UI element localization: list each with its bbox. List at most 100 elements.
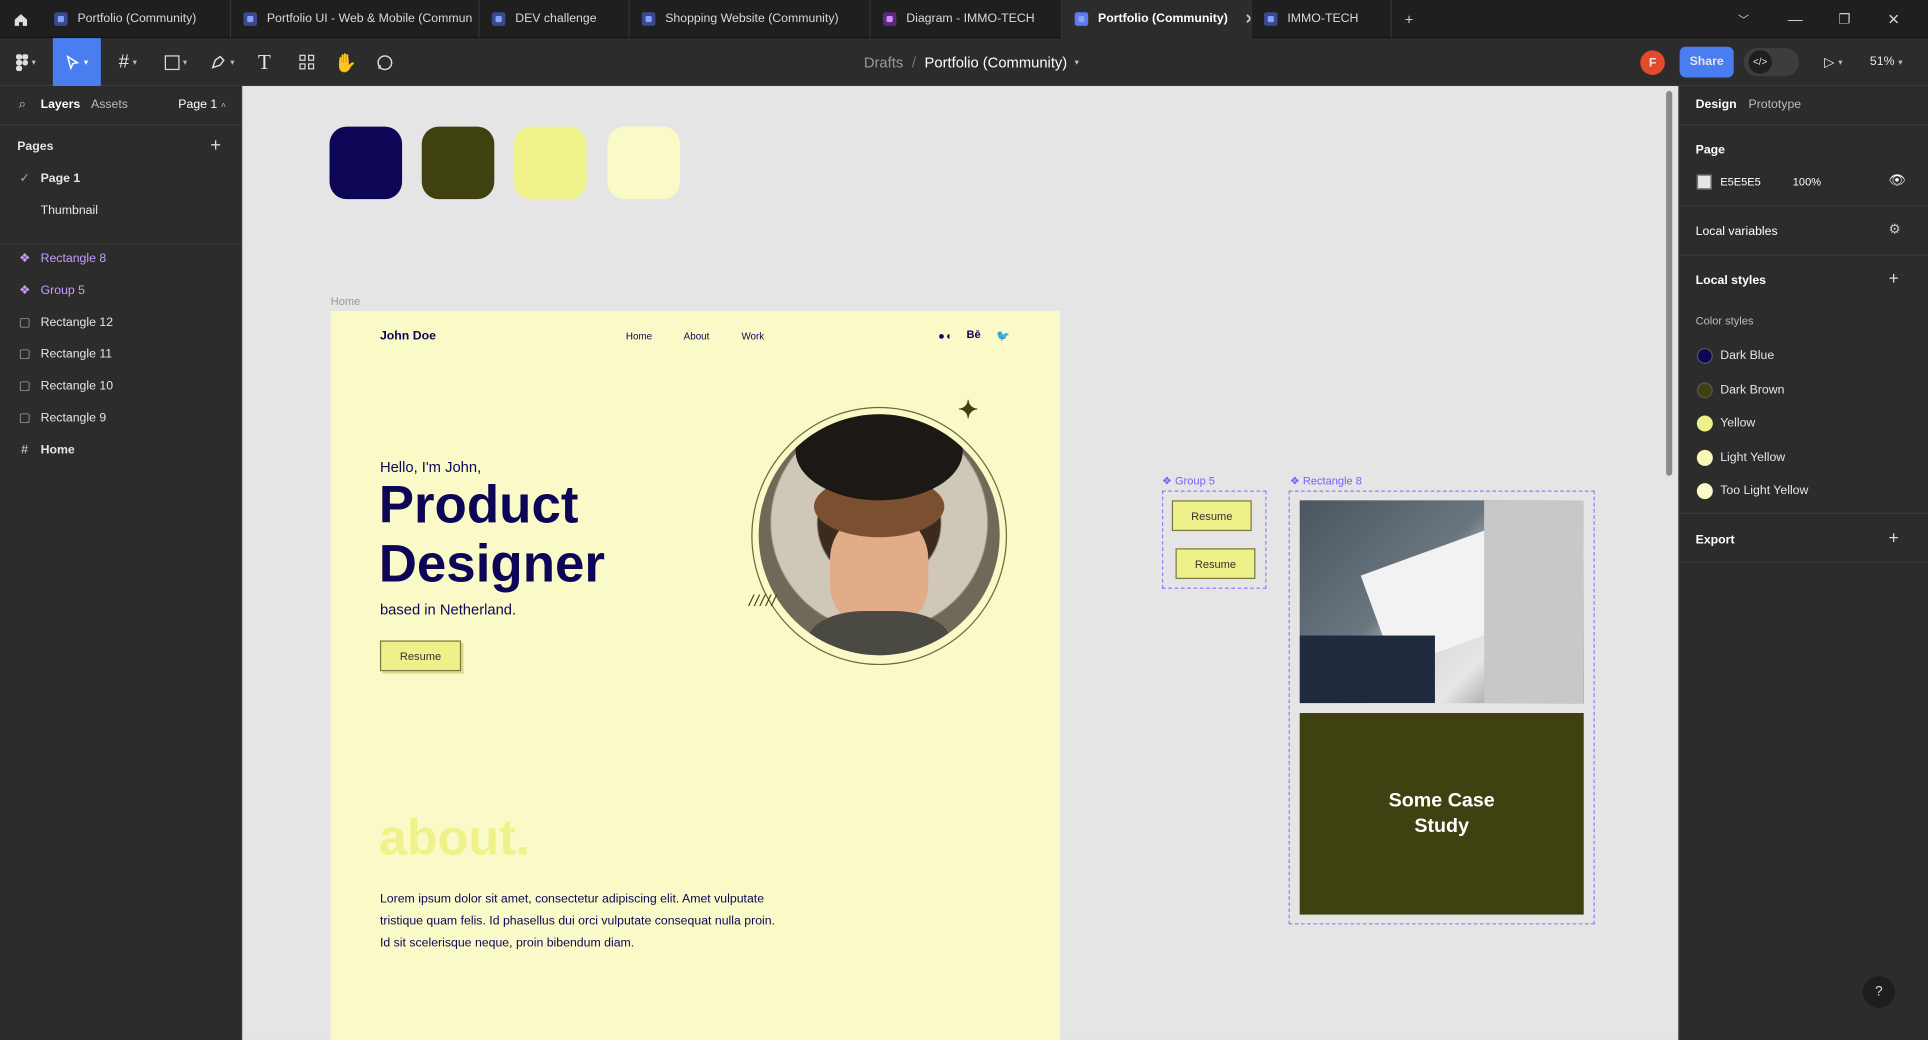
layer-rectangle-11[interactable]: ▢ Rectangle 11 (0, 338, 241, 370)
sparkle-icon: ✦ (957, 397, 979, 425)
page-color-swatch[interactable] (1696, 174, 1712, 190)
minimize-icon[interactable]: — (1771, 0, 1820, 38)
tab-design[interactable]: Design (1696, 98, 1737, 112)
layer-rectangle-8[interactable]: ❖ Rectangle 8 (0, 242, 241, 274)
rectangle-icon: ▢ (18, 379, 31, 393)
page-item-page-1[interactable]: ✓ Page 1 (0, 162, 241, 194)
canvas[interactable]: Home John Doe Home About Work ●◖ Bē 🐦 He… (242, 86, 1679, 1040)
page-opacity[interactable]: 100% (1793, 176, 1821, 188)
tab-assets[interactable]: Assets (91, 98, 128, 112)
text-tool-icon[interactable]: T (251, 38, 278, 86)
layer-rectangle-9[interactable]: ▢ Rectangle 9 (0, 402, 241, 434)
breadcrumb-drafts[interactable]: Drafts (864, 53, 903, 70)
component-icon: ❖ (1161, 474, 1175, 487)
behance-icon[interactable]: Bē (966, 328, 980, 340)
left-panel-header: ⌕ Layers Assets Page 1 ˄ (0, 86, 242, 126)
color-style-yellow[interactable]: Yellow (1680, 409, 1928, 439)
color-swatch-light-yellow[interactable] (607, 126, 680, 200)
variables-icon[interactable]: ⚙ (1889, 221, 1901, 238)
nav-work[interactable]: Work (741, 331, 764, 342)
move-tool-button[interactable]: ▾ (52, 38, 101, 87)
color-style-dark-blue[interactable]: Dark Blue (1680, 342, 1928, 372)
color-swatch-dark-blue[interactable] (329, 126, 403, 200)
rectangle-8-label[interactable]: ❖ Rectangle 8 (1290, 475, 1362, 489)
search-icon[interactable]: ⌕ (18, 97, 26, 113)
hand-tool-icon[interactable]: ✋ (332, 38, 359, 86)
help-button[interactable]: ? (1862, 976, 1895, 1009)
tab-portfolio-community-active[interactable]: Portfolio (Community)✕ (1062, 0, 1252, 39)
canvas-scrollbar[interactable] (1666, 90, 1673, 476)
main-menu-button[interactable]: ▾ (7, 38, 44, 86)
color-style-light-yellow[interactable]: Light Yellow (1680, 444, 1928, 474)
hello-text: Hello, I'm John, (379, 458, 482, 476)
browser-tab-bar: Portfolio (Community) Portfolio UI - Web… (0, 0, 1928, 39)
color-style-too-light-yellow[interactable]: Too Light Yellow (1680, 477, 1928, 507)
color-swatch-dark-brown[interactable] (421, 126, 495, 200)
resources-icon[interactable] (293, 38, 320, 86)
nav-about[interactable]: About (684, 331, 710, 342)
title-designer: Designer (378, 534, 605, 594)
home-icon[interactable] (7, 0, 34, 38)
local-variables-label[interactable]: Local variables (1696, 225, 1778, 239)
file-name[interactable]: Portfolio (Community) (925, 53, 1068, 70)
group-5-resume-button-2[interactable]: Resume (1175, 548, 1256, 580)
present-button[interactable]: ▷ ▾ (1815, 38, 1852, 86)
case-study-card[interactable]: Some Case Study (1299, 712, 1584, 915)
tab-dev-challenge[interactable]: DEV challenge (480, 0, 630, 39)
figma-file-icon (243, 12, 257, 26)
color-style-dark-brown[interactable]: Dark Brown (1680, 376, 1928, 406)
medium-icon[interactable]: ●◖ (938, 329, 951, 341)
close-window-icon[interactable]: ✕ (1869, 0, 1918, 38)
tab-diagram-immo-tech[interactable]: Diagram - IMMO-TECH (871, 0, 1063, 39)
tab-portfolio-ui[interactable]: Portfolio UI - Web & Mobile (Commun (231, 0, 480, 39)
tab-shopping-website[interactable]: Shopping Website (Community) (630, 0, 871, 39)
eye-icon[interactable]: 👁 (1889, 172, 1906, 188)
person-sleeve (1299, 635, 1435, 704)
resume-button[interactable]: Resume (379, 640, 462, 672)
layer-home[interactable]: # Home (0, 434, 241, 466)
export-label: Export (1695, 533, 1735, 548)
pages-header: Pages + (17, 135, 222, 157)
add-style-icon[interactable]: + (1889, 268, 1899, 288)
group-5-resume-button-1[interactable]: Resume (1171, 500, 1252, 532)
site-logo[interactable]: John Doe (380, 329, 436, 343)
color-swatch-yellow[interactable] (513, 126, 587, 200)
color-styles-header: Color styles (1695, 314, 1754, 327)
layer-rectangle-10[interactable]: ▢ Rectangle 10 (0, 370, 241, 402)
color-style-swatch (1696, 415, 1713, 432)
home-frame[interactable]: John Doe Home About Work ●◖ Bē 🐦 Hello, … (330, 311, 1060, 1040)
nav-home[interactable]: Home (626, 331, 652, 342)
close-tab-icon[interactable]: ✕ (1245, 11, 1250, 27)
layer-rectangle-12[interactable]: ▢ Rectangle 12 (0, 306, 241, 338)
pen-tool-button[interactable]: ▾ (204, 38, 241, 86)
hat-shape (795, 414, 963, 501)
shape-tool-button[interactable]: ▾ (157, 38, 194, 86)
restore-icon[interactable]: ❐ (1820, 0, 1869, 38)
add-export-icon[interactable]: + (1889, 527, 1899, 547)
chevron-down-icon[interactable]: ▾ (1075, 57, 1079, 67)
comment-tool-icon[interactable] (371, 38, 398, 86)
local-variables-section: Local variables ⚙ (1679, 207, 1928, 256)
frame-tool-button[interactable]: # ▾ (111, 38, 145, 86)
new-tab-icon[interactable]: + (1385, 0, 1434, 38)
group-5-label[interactable]: ❖ Group 5 (1162, 475, 1215, 489)
page-item-thumbnail[interactable]: Thumbnail (0, 194, 241, 226)
layer-group-5[interactable]: ❖ Group 5 (0, 274, 241, 306)
tab-prototype[interactable]: Prototype (1748, 98, 1801, 112)
chevron-down-icon[interactable]: ﹀ (1719, 0, 1768, 38)
page-color-hex[interactable]: E5E5E5 (1720, 176, 1761, 188)
tab-immo-tech[interactable]: IMMO-TECH (1252, 0, 1392, 39)
frame-icon: # (118, 51, 129, 73)
share-button[interactable]: Share (1679, 46, 1734, 78)
tab-layers[interactable]: Layers (41, 98, 81, 112)
twitter-icon[interactable]: 🐦 (996, 329, 1010, 343)
color-style-swatch (1696, 483, 1713, 500)
add-page-icon[interactable]: + (210, 135, 221, 156)
frame-label-home[interactable]: Home (331, 295, 361, 307)
tab-portfolio-community[interactable]: Portfolio (Community) (42, 0, 232, 39)
rectangle-icon: ▢ (18, 347, 31, 361)
dev-mode-toggle[interactable]: </> (1743, 47, 1799, 77)
avatar[interactable]: F (1640, 50, 1665, 75)
page-selector[interactable]: Page 1 ˄ (178, 98, 226, 112)
zoom-menu[interactable]: 51% ▾ (1862, 38, 1911, 86)
